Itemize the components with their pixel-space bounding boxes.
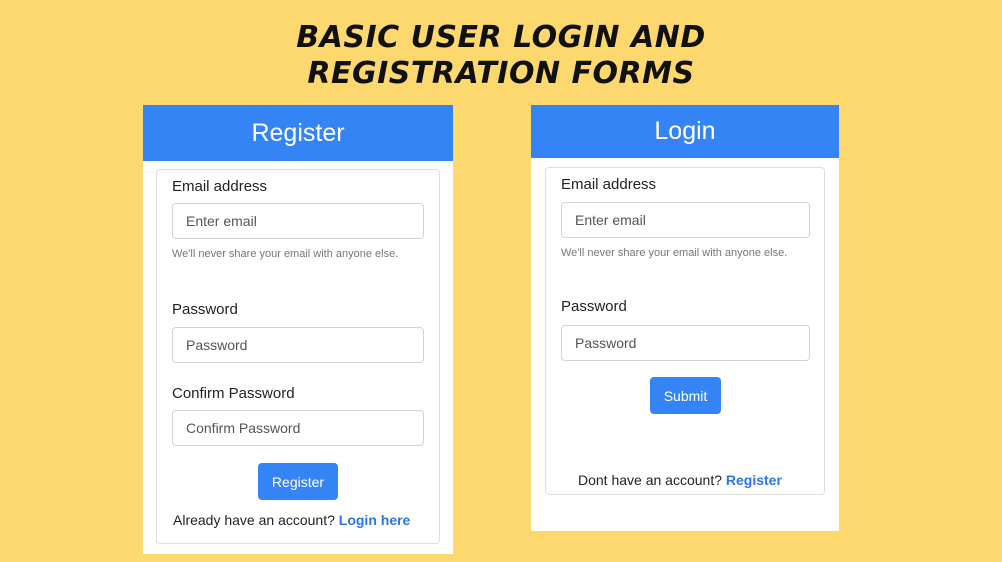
register-confirm-password-input[interactable]: Confirm Password [172, 410, 424, 446]
login-title: Login [654, 117, 716, 145]
register-email-label: Email address [172, 178, 268, 195]
banner-title-line-2: REGISTRATION FORMS [307, 56, 695, 91]
login-footer: Dont have an account? Register [578, 472, 782, 488]
submit-button[interactable]: Submit [650, 377, 721, 414]
register-email-input[interactable]: Enter email [172, 203, 424, 239]
register-email-help: We'll never share your email with anyone… [172, 248, 399, 260]
login-password-label: Password [561, 298, 627, 315]
register-footer: Already have an account? Login here [173, 512, 410, 528]
login-email-help: We'll never share your email with anyone… [561, 247, 788, 259]
register-header: Register [143, 105, 453, 161]
register-form-card: Email address Enter email We'll never sh… [156, 169, 440, 544]
register-link[interactable]: Register [726, 472, 782, 488]
register-password-input[interactable]: Password [172, 327, 424, 363]
login-password-input[interactable]: Password [561, 325, 810, 361]
login-panel: Login Email address Enter email We'll ne… [531, 105, 839, 531]
login-form-card: Email address Enter email We'll never sh… [545, 167, 825, 495]
login-footer-text: Dont have an account? [578, 472, 722, 488]
login-header: Login [531, 105, 839, 158]
banner-title-line-1: BASIC USER LOGIN AND [296, 20, 706, 55]
register-password-label: Password [172, 301, 238, 318]
register-panel: Register Email address Enter email We'll… [143, 105, 453, 554]
login-email-label: Email address [561, 176, 657, 193]
login-email-input[interactable]: Enter email [561, 202, 810, 238]
register-footer-text: Already have an account? [173, 512, 335, 528]
register-title: Register [251, 118, 345, 147]
login-here-link[interactable]: Login here [339, 512, 411, 528]
register-confirm-password-label: Confirm Password [172, 385, 295, 402]
register-button[interactable]: Register [258, 463, 338, 500]
banner-title: BASIC USER LOGIN AND REGISTRATION FORMS [0, 20, 1002, 92]
